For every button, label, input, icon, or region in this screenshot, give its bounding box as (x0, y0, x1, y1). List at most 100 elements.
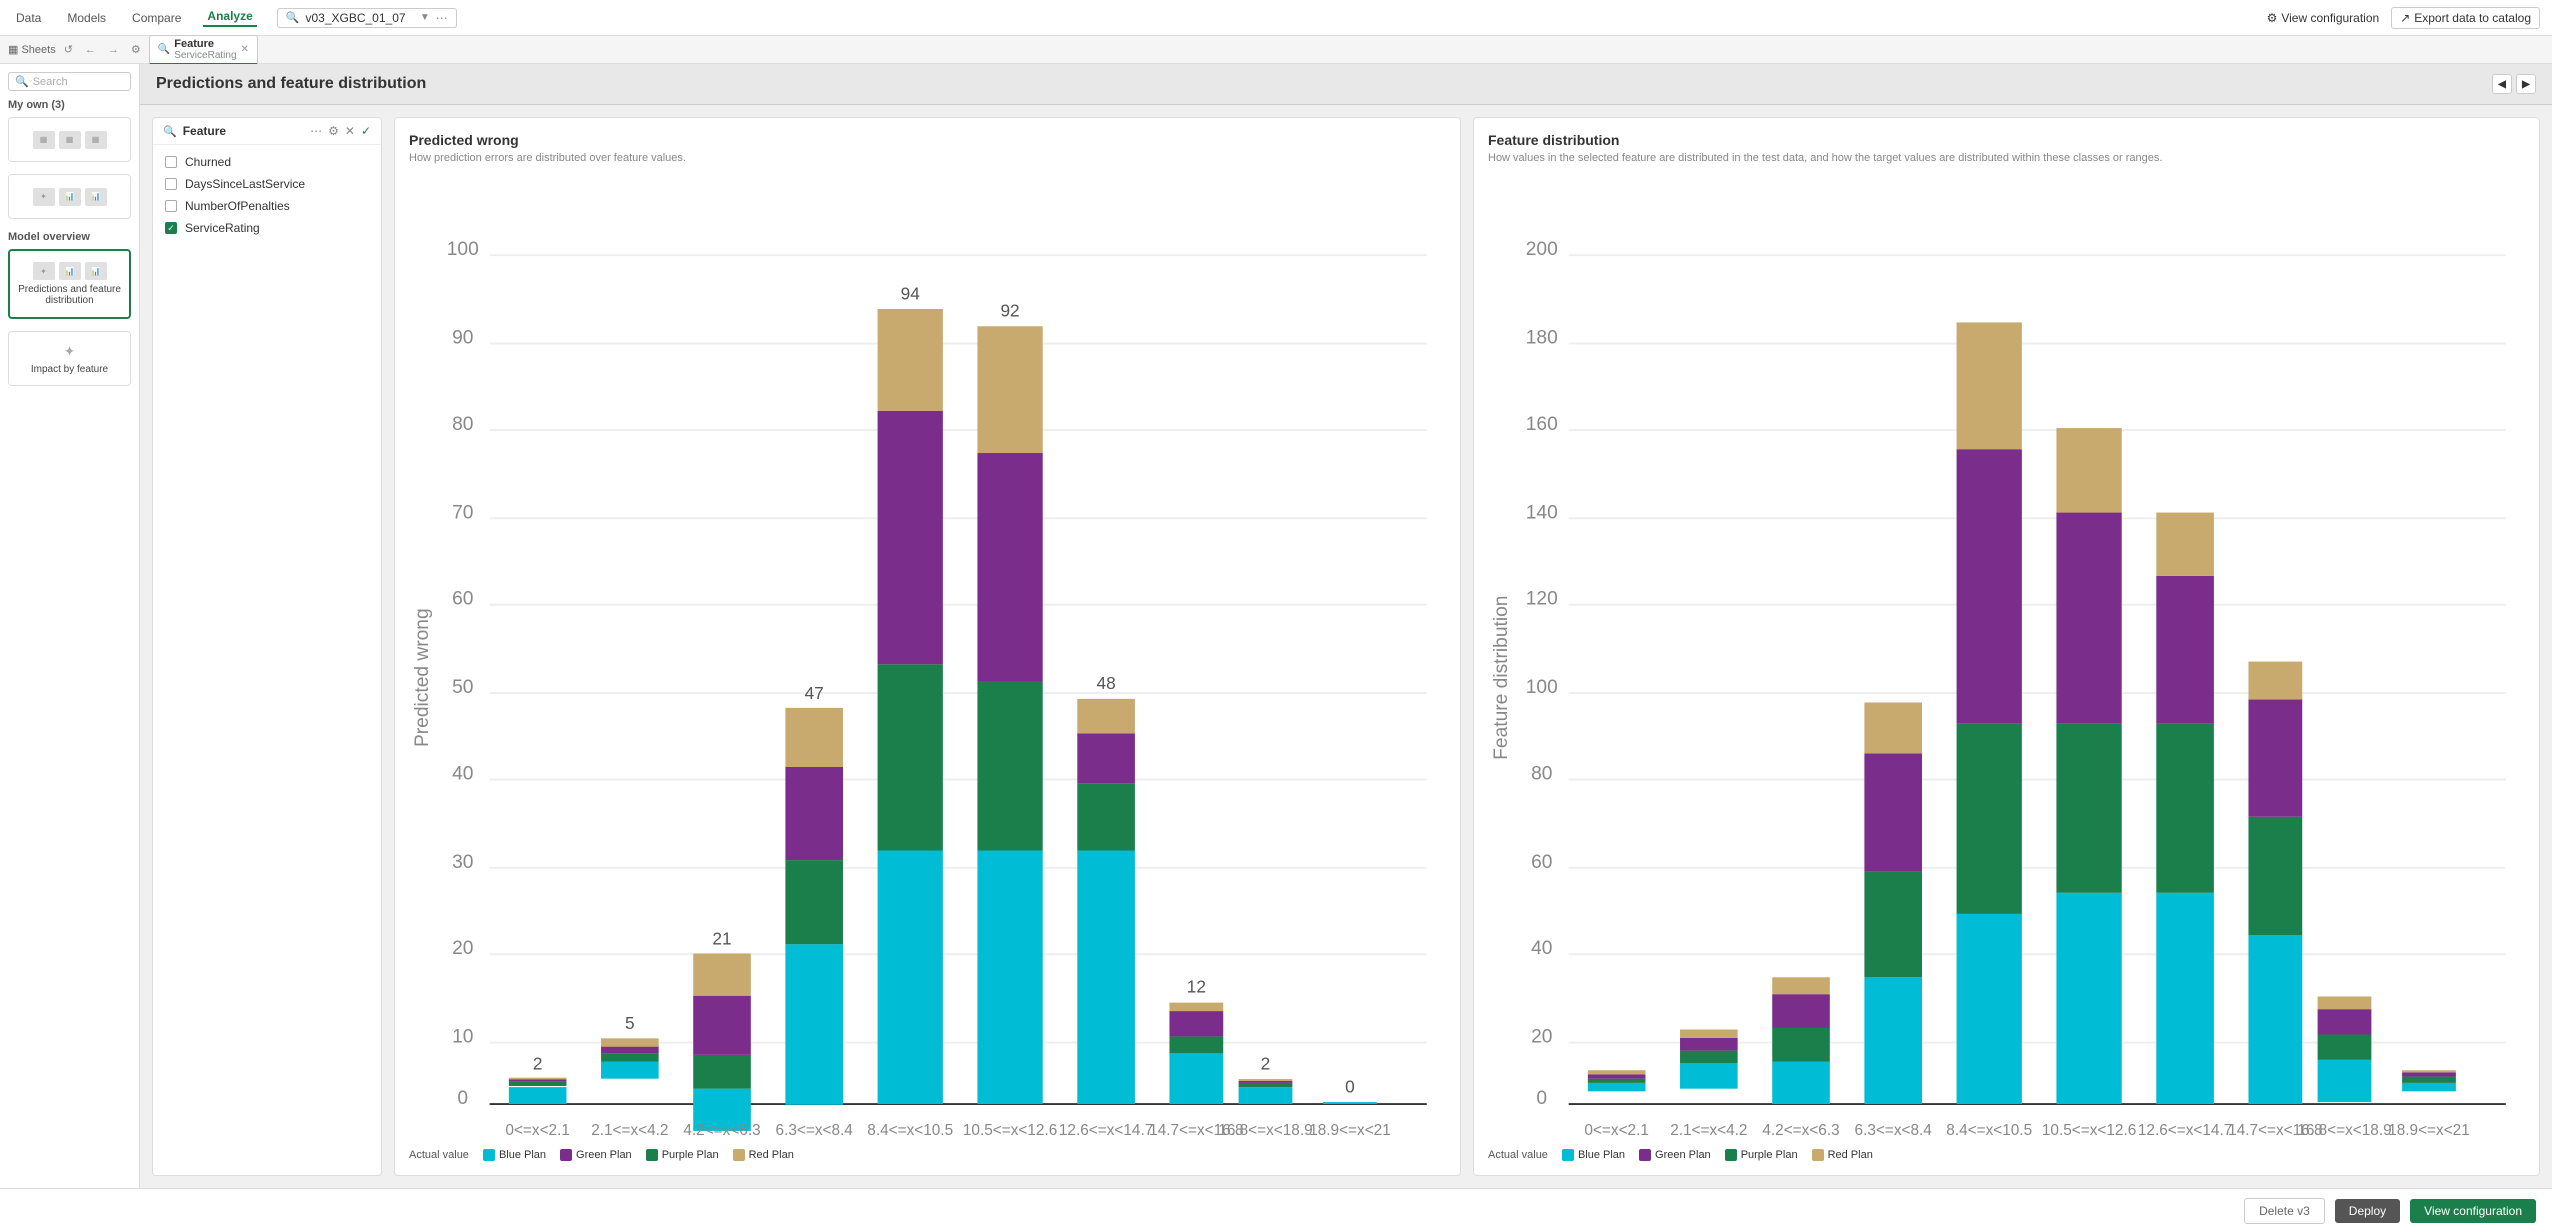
svg-text:12.6<=x<14.7: 12.6<=x<14.7 (2138, 1122, 2232, 1139)
chart-right-container: 200 180 160 140 120 100 80 60 40 20 0 Fe… (1488, 174, 2525, 1143)
svg-text:92: 92 (1000, 301, 1019, 321)
bar-right-9-red (2318, 996, 2372, 1009)
checkbox-servicerating[interactable]: ✓ (165, 222, 177, 234)
search-box[interactable]: 🔍 Search (8, 72, 131, 91)
nav-models[interactable]: Models (63, 11, 110, 25)
svg-text:0: 0 (457, 1088, 468, 1109)
svg-text:120: 120 (1526, 589, 1558, 610)
svg-text:30: 30 (452, 852, 473, 873)
chart-right-title: Feature distribution (1488, 132, 2525, 148)
chart-left-legend: Actual value Blue Plan Green Plan Purple… (409, 1149, 1446, 1161)
svg-text:47: 47 (805, 683, 824, 703)
forward-icon[interactable]: → (104, 44, 123, 56)
tab-bar: ▦ Sheets ↺ ← → ⚙ 🔍 Feature ServiceRating… (0, 36, 2552, 64)
panel-more-icon[interactable]: ⋯ (310, 124, 322, 138)
svg-text:10: 10 (452, 1027, 473, 1048)
svg-text:2: 2 (1261, 1053, 1271, 1073)
checkbox-days[interactable] (165, 178, 177, 190)
view-config-button[interactable]: View configuration (2410, 1199, 2536, 1223)
delete-button[interactable]: Delete v3 (2244, 1198, 2325, 1224)
svg-text:140: 140 (1526, 502, 1558, 523)
bar-right-9-purple (2318, 1009, 2372, 1034)
svg-text:90: 90 (452, 328, 473, 349)
content-body: 🔍 Feature ⋯ ⚙ ✕ ✓ Churned (140, 105, 2552, 1188)
nav-right-arrow[interactable]: ▶ (2516, 74, 2536, 94)
svg-text:40: 40 (452, 763, 473, 784)
nav-analyze[interactable]: Analyze (203, 9, 256, 27)
bar-left-10-blue (1323, 1102, 1377, 1104)
bar-right-4-purple (1864, 753, 1922, 871)
feature-item-penalties[interactable]: NumberOfPenalties (153, 195, 381, 217)
page-title: Predictions and feature distribution (156, 75, 426, 93)
feature-item-servicerating[interactable]: ✓ ServiceRating (153, 217, 381, 239)
legend-left-label: Actual value (409, 1149, 469, 1161)
sidebar-card-1[interactable]: ▦ ▦ ▦ (8, 117, 131, 162)
bar-left-4-purple (785, 767, 843, 860)
panel-settings-icon[interactable]: ⚙ (328, 124, 339, 138)
svg-text:5: 5 (625, 1013, 635, 1033)
sheets-button[interactable]: ▦ Sheets (8, 43, 56, 56)
legend-purple-dot (646, 1149, 658, 1161)
top-bar: Data Models Compare Analyze 🔍 v03_XGBC_0… (0, 0, 2552, 36)
svg-text:2.1<=x<4.2: 2.1<=x<4.2 (1670, 1122, 1747, 1139)
sidebar-card-2[interactable]: ✦ 📊 📊 (8, 174, 131, 219)
nav-left-arrow[interactable]: ◀ (2492, 74, 2512, 94)
svg-text:50: 50 (452, 677, 473, 698)
feature-panel: 🔍 Feature ⋯ ⚙ ✕ ✓ Churned (152, 117, 382, 1176)
chart-left-container: 100 90 80 70 60 50 40 30 20 10 0 (409, 174, 1446, 1143)
panel-check-icon[interactable]: ✓ (361, 124, 371, 138)
bar-left-8-blue (1169, 1053, 1223, 1104)
nav-compare[interactable]: Compare (128, 11, 185, 25)
sidebar-card-label-predictions: Predictions and feature distribution (14, 284, 125, 306)
bar-left-4-red (785, 708, 843, 767)
sidebar-card-impact[interactable]: ✦ Impact by feature (8, 331, 131, 386)
refresh-icon[interactable]: ↺ (60, 43, 77, 56)
bar-right-6-purple (2056, 513, 2121, 724)
content-header: Predictions and feature distribution ◀ ▶ (140, 64, 2552, 105)
bar-left-5-purple (878, 411, 943, 664)
bar-right-5-red (1957, 322, 2022, 449)
top-bar-right: ⚙ View configuration ↗ Export data to ca… (2267, 7, 2540, 29)
checkbox-churned[interactable] (165, 156, 177, 168)
bar-right-8-purple (2248, 698, 2302, 816)
legend-blue-dot (483, 1149, 495, 1161)
bar-right-4-red (1864, 702, 1922, 753)
bar-left-1-green (509, 1082, 567, 1086)
tab-feature[interactable]: 🔍 Feature ServiceRating ✕ (149, 35, 258, 65)
model-selector[interactable]: 🔍 v03_XGBC_01_07 ▼ ⋯ (277, 8, 457, 28)
svg-text:0<=x<2.1: 0<=x<2.1 (505, 1122, 569, 1139)
bar-right-4-green (1864, 872, 1922, 978)
bar-right-7-purple (2156, 576, 2214, 724)
mini-icon-1: ▦ (33, 131, 55, 149)
sidebar-card-label-impact: Impact by feature (31, 364, 108, 375)
view-config-top-button[interactable]: ⚙ View configuration (2267, 11, 2380, 25)
sidebar-card-predictions[interactable]: ✦ 📊 📊 Predictions and feature distributi… (8, 249, 131, 319)
legend-right-red-label: Red Plan (1828, 1149, 1873, 1161)
export-button[interactable]: ↗ Export data to catalog (2391, 7, 2540, 29)
svg-text:10.5<=x<12.6: 10.5<=x<12.6 (2042, 1122, 2136, 1139)
mini-pred-2: 📊 (59, 262, 81, 280)
chart-left-subtitle: How prediction errors are distributed ov… (409, 152, 1446, 164)
feature-item-churned[interactable]: Churned (153, 151, 381, 173)
bar-right-8-red (2248, 662, 2302, 700)
bar-left-5-green (878, 664, 943, 850)
tab-close-icon[interactable]: ✕ (241, 44, 249, 55)
nav-data[interactable]: Data (12, 11, 45, 25)
bar-right-9-green (2318, 1035, 2372, 1060)
svg-text:160: 160 (1526, 414, 1558, 435)
panel-close-icon[interactable]: ✕ (345, 124, 355, 138)
bar-right-6-blue (2056, 893, 2121, 1104)
legend-right-red-dot (1812, 1149, 1824, 1161)
bar-left-3-purple (693, 996, 751, 1055)
bar-right-2-purple (1680, 1038, 1738, 1051)
feature-panel-title: 🔍 Feature (163, 124, 226, 138)
settings-icon[interactable]: ⚙ (127, 43, 145, 56)
deploy-button[interactable]: Deploy (2335, 1199, 2400, 1223)
checkbox-penalties[interactable] (165, 200, 177, 212)
feature-item-days[interactable]: DaysSinceLastService (153, 173, 381, 195)
legend-red-label: Red Plan (749, 1149, 794, 1161)
back-icon[interactable]: ← (81, 44, 100, 56)
bar-right-4-blue (1864, 977, 1922, 1104)
bar-left-6-red (977, 326, 1042, 453)
legend-right-green: Green Plan (1639, 1149, 1711, 1161)
